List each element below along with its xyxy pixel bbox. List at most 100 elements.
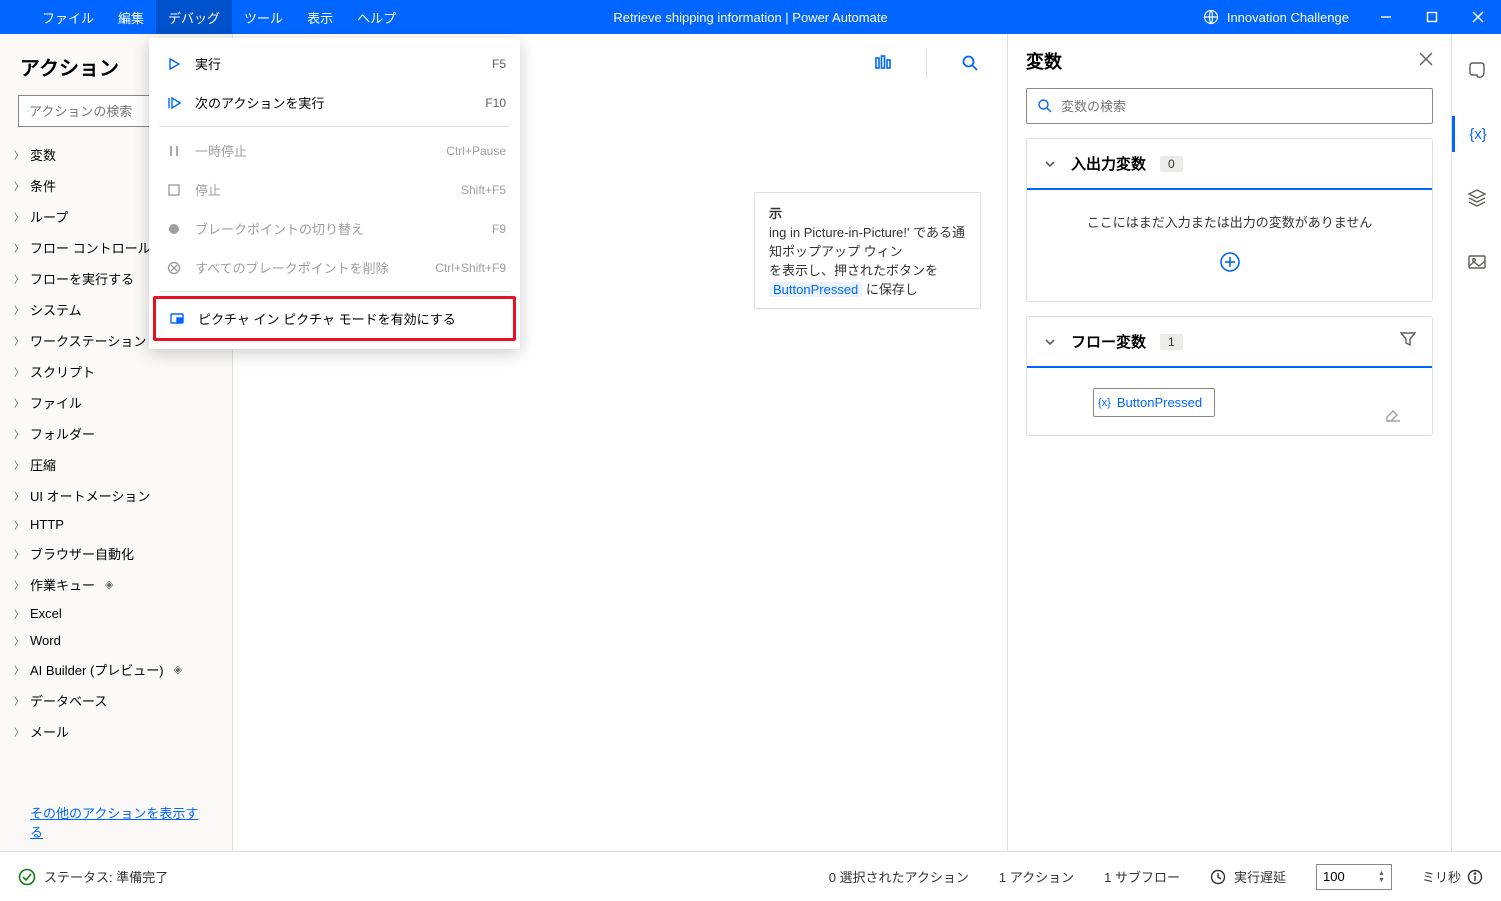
chevron-down-icon	[1043, 157, 1057, 171]
action-group[interactable]: 〉作業キュー ◈	[0, 569, 232, 600]
io-empty-text: ここにはまだ入力または出力の変数がありません	[1043, 212, 1416, 231]
menu-item-play[interactable]: 実行F5	[149, 44, 520, 83]
menu-tools[interactable]: ツール	[232, 0, 295, 35]
delay-value-input[interactable]	[1323, 869, 1369, 884]
menu-item-pip[interactable]: ピクチャ イン ピクチャ モードを有効にする	[153, 296, 516, 341]
menu-edit[interactable]: 編集	[106, 0, 156, 35]
action-group[interactable]: 〉AI Builder (プレビュー)◈	[0, 654, 232, 685]
menu-item-step[interactable]: 次のアクションを実行F10	[149, 83, 520, 122]
action-group[interactable]: 〉スクリプト	[0, 356, 232, 387]
eraser-icon[interactable]	[1384, 404, 1402, 425]
io-section-header[interactable]: 入出力変数 0	[1027, 139, 1432, 190]
action-group-label: ワークステーション	[30, 331, 146, 350]
chevron-down-icon	[1043, 335, 1057, 349]
chevron-right-icon: 〉	[14, 240, 24, 255]
premium-icon: ◈	[105, 578, 113, 591]
action-group[interactable]: 〉ファイル	[0, 387, 232, 418]
action-group[interactable]: 〉メール	[0, 716, 232, 747]
filter-icon[interactable]	[1400, 331, 1416, 352]
delay-input[interactable]: ▲▼	[1316, 864, 1392, 890]
search-icon[interactable]	[951, 44, 989, 82]
ms-label: ミリ秒	[1422, 867, 1461, 886]
flow-action-card[interactable]: 示 ing in Picture-in-Picture!' である通知ポップアッ…	[754, 192, 981, 309]
close-icon[interactable]	[1419, 52, 1433, 71]
chevron-right-icon: 〉	[14, 302, 24, 317]
chevron-right-icon: 〉	[14, 364, 24, 379]
statusbar: ステータス: 準備完了 0 選択されたアクション 1 アクション 1 サブフロー…	[0, 851, 1501, 901]
close-button[interactable]	[1455, 0, 1501, 34]
flow-section-body: {x} ButtonPressed	[1027, 368, 1432, 435]
menu-item-shortcut: Ctrl+Pause	[446, 144, 506, 158]
action-group[interactable]: 〉UI オートメーション	[0, 480, 232, 511]
flow-variables-section: フロー変数 1 {x} ButtonPressed	[1026, 316, 1433, 436]
variable-icon: {x}	[1098, 397, 1111, 409]
info-icon[interactable]	[1467, 869, 1483, 885]
action-group-label: フローを実行する	[30, 269, 134, 288]
action-group-label: AI Builder (プレビュー)	[30, 660, 164, 679]
menu-debug[interactable]: デバッグ	[156, 0, 232, 35]
menu-item-pause: 一時停止Ctrl+Pause	[149, 131, 520, 170]
variables-search-input[interactable]	[1061, 99, 1422, 114]
flow-count-badge: 1	[1160, 334, 1183, 350]
stop-icon	[163, 183, 185, 197]
action-group[interactable]: 〉ブラウザー自動化	[0, 538, 232, 569]
show-more-actions-link[interactable]: その他のアクションを表示する	[0, 793, 232, 851]
menu-item-bpdel: すべてのブレークポイントを削除Ctrl+Shift+F9	[149, 248, 520, 287]
images-icon[interactable]	[1452, 244, 1501, 280]
layers-icon[interactable]	[1452, 180, 1501, 216]
action-group-label: メール	[30, 722, 69, 741]
minimize-button[interactable]	[1363, 0, 1409, 34]
action-group-label: ブラウザー自動化	[30, 544, 134, 563]
menu-item-stop: 停止Shift+F5	[149, 170, 520, 209]
maximize-button[interactable]	[1409, 0, 1455, 34]
chevron-right-icon: 〉	[14, 426, 24, 441]
flow-variable-chip[interactable]: {x} ButtonPressed	[1093, 388, 1215, 417]
io-variables-section: 入出力変数 0 ここにはまだ入力または出力の変数がありません	[1026, 138, 1433, 302]
menu-item-shortcut: F10	[485, 96, 506, 110]
chevron-right-icon: 〉	[14, 178, 24, 193]
add-variable-button[interactable]	[1043, 251, 1416, 279]
chevron-right-icon: 〉	[14, 147, 24, 162]
spinner-icon[interactable]: ▲▼	[1378, 870, 1385, 884]
flow-variable-name: ButtonPressed	[1117, 395, 1202, 410]
card-text: を表示し、押されたボタンを	[769, 263, 938, 278]
menu-view[interactable]: 表示	[295, 0, 345, 35]
action-group-label: 作業キュー	[30, 575, 95, 594]
menu-item-shortcut: Shift+F5	[461, 183, 506, 197]
flow-section-header[interactable]: フロー変数 1	[1027, 317, 1432, 368]
chevron-right-icon: 〉	[14, 517, 24, 532]
clock-icon	[1210, 869, 1226, 885]
variables-search[interactable]	[1026, 88, 1433, 124]
action-group[interactable]: 〉HTTP	[0, 511, 232, 538]
action-group-label: フォルダー	[30, 424, 95, 443]
action-group[interactable]: 〉Word	[0, 627, 232, 654]
action-group-label: 圧縮	[30, 455, 56, 474]
chevron-right-icon: 〉	[14, 662, 24, 677]
menu-item-shortcut: Ctrl+Shift+F9	[435, 261, 506, 275]
separator	[159, 291, 510, 292]
copilot-icon[interactable]	[1452, 52, 1501, 88]
action-group-label: スクリプト	[30, 362, 95, 381]
action-group-label: 条件	[30, 176, 56, 195]
environment-badge[interactable]: Innovation Challenge	[1189, 9, 1363, 25]
action-group[interactable]: 〉データベース	[0, 685, 232, 716]
flow-section-title: フロー変数	[1071, 331, 1146, 352]
menu-item-bp: ブレークポイントの切り替えF9	[149, 209, 520, 248]
globe-icon	[1203, 9, 1219, 25]
canvas-toolbar	[864, 44, 989, 82]
action-group[interactable]: 〉フォルダー	[0, 418, 232, 449]
menu-file[interactable]: ファイル	[30, 0, 106, 35]
action-group-label: システム	[30, 300, 82, 319]
variables-rail-icon[interactable]: {x}	[1452, 116, 1501, 152]
bp-icon	[163, 222, 185, 236]
data-icon[interactable]	[864, 44, 902, 82]
action-group-label: 変数	[30, 145, 56, 164]
divider	[926, 48, 927, 78]
menu-help[interactable]: ヘルプ	[345, 0, 408, 35]
menu-item-label: ピクチャ イン ピクチャ モードを有効にする	[198, 309, 503, 328]
action-group[interactable]: 〉Excel	[0, 600, 232, 627]
action-group-label: フロー コントロール	[30, 238, 151, 257]
action-group[interactable]: 〉圧縮	[0, 449, 232, 480]
chevron-right-icon: 〉	[14, 577, 24, 592]
action-group-label: ループ	[30, 207, 68, 226]
